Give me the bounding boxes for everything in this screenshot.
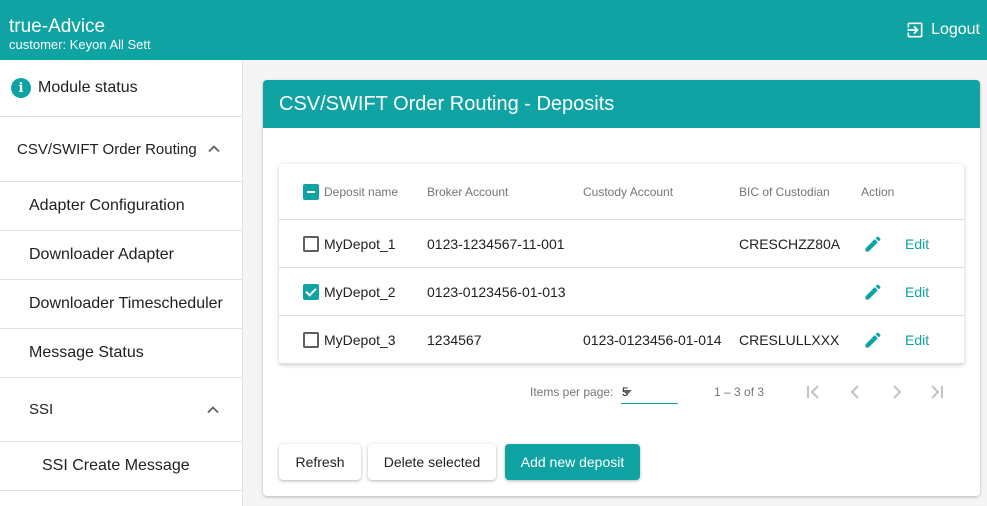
column-header: BIC of Custodian: [739, 184, 830, 199]
deposits-card: CSV/SWIFT Order Routing - Deposits Depos…: [263, 80, 980, 496]
sidebar-item-downloader-adapter[interactable]: Downloader Adapter: [0, 231, 242, 280]
deposits-table: Deposit name Broker Account Custody Acco…: [279, 164, 964, 364]
paginator: Items per page: 5 1 – 3 of 3: [263, 364, 980, 420]
customer-label: customer: Keyon All Sett: [9, 37, 151, 52]
sidebar-group-label: SSI: [29, 401, 54, 418]
sidebar: i Module status CSV/SWIFT Order Routing …: [0, 60, 243, 506]
add-new-deposit-button[interactable]: Add new deposit: [505, 444, 640, 480]
bic-of-custodian: CRESLULLXXX: [739, 331, 840, 348]
table-header-row: Deposit name Broker Account Custody Acco…: [279, 164, 964, 220]
logout-label: Logout: [931, 21, 980, 38]
chevron-up-icon: [207, 405, 219, 413]
sidebar-item-message-status[interactable]: Message Status: [0, 329, 242, 378]
app-title: true-Advice: [9, 16, 106, 37]
last-page-icon[interactable]: [926, 381, 946, 403]
page-range-label: 1 – 3 of 3: [714, 385, 765, 399]
edit-link[interactable]: Edit: [905, 220, 929, 267]
broker-account: 0123-1234567-11-001: [427, 235, 565, 252]
column-header: Broker Account: [427, 184, 509, 199]
logout-button[interactable]: Logout: [905, 19, 980, 41]
sidebar-item-label: Downloader Adapter: [29, 246, 174, 263]
broker-account: 0123-0123456-01-013: [427, 283, 566, 300]
row-checkbox[interactable]: [303, 235, 319, 252]
broker-account: 1234567: [427, 331, 482, 348]
column-header: Custody Account: [583, 184, 674, 199]
sidebar-group-ssi[interactable]: SSI: [0, 378, 242, 442]
sidebar-item-downloader-timescheduler[interactable]: Downloader Timescheduler: [0, 280, 242, 329]
sidebar-item-label: Message Status: [29, 344, 144, 361]
logout-icon: [907, 22, 923, 38]
top-bar: true-Advice customer: Keyon All Sett Log…: [0, 0, 987, 60]
select-all-checkbox[interactable]: [303, 183, 319, 200]
table-row: MyDepot_3 1234567 0123-0123456-01-014 CR…: [279, 316, 964, 364]
sidebar-item-ssi-create-message[interactable]: SSI Create Message: [0, 442, 242, 491]
deposit-name: MyDepot_3: [324, 331, 396, 348]
first-page-icon[interactable]: [804, 381, 824, 403]
dropdown-arrow-icon: [622, 390, 632, 395]
pencil-icon[interactable]: [863, 330, 883, 350]
table-row: MyDepot_2 0123-0123456-01-013 Edit: [279, 268, 964, 316]
sidebar-item-adapter-configuration[interactable]: Adapter Configuration: [0, 182, 242, 231]
info-icon: i: [11, 78, 31, 98]
sidebar-item-module-status[interactable]: i Module status: [0, 60, 242, 117]
header-deposit-name: Deposit name: [303, 164, 398, 219]
chevron-up-icon: [208, 145, 220, 153]
refresh-button[interactable]: Refresh: [279, 444, 361, 480]
sidebar-item-label: SSI Create Message: [42, 457, 190, 474]
row-checkbox[interactable]: [303, 331, 319, 348]
bic-of-custodian: CRESCHZZ80A: [739, 235, 841, 252]
deposit-name: MyDepot_2: [324, 283, 396, 300]
deposit-name: MyDepot_1: [324, 235, 396, 252]
sidebar-group-label: CSV/SWIFT Order Routing: [17, 140, 197, 158]
items-per-page-label: Items per page:: [530, 385, 614, 399]
chevron-right-icon[interactable]: [886, 381, 906, 403]
column-header: Deposit name: [324, 184, 399, 199]
column-header: Action: [861, 184, 895, 199]
row-checkbox[interactable]: [303, 283, 319, 300]
edit-link[interactable]: Edit: [905, 316, 929, 363]
delete-selected-button[interactable]: Delete selected: [368, 444, 496, 480]
pencil-icon[interactable]: [863, 282, 883, 302]
pencil-icon[interactable]: [863, 234, 883, 254]
sidebar-group-csv-swift[interactable]: CSV/SWIFT Order Routing: [0, 117, 242, 182]
page-size-select[interactable]: 5: [621, 382, 678, 404]
table-row: MyDepot_1 0123-1234567-11-001 CRESCHZZ80…: [279, 220, 964, 268]
edit-link[interactable]: Edit: [905, 268, 929, 315]
sidebar-item-label: Module status: [38, 79, 138, 96]
page-title: CSV/SWIFT Order Routing - Deposits: [263, 80, 980, 128]
custody-account: 0123-0123456-01-014: [583, 331, 722, 348]
sidebar-item-label: Downloader Timescheduler: [29, 295, 223, 312]
chevron-left-icon[interactable]: [846, 381, 866, 403]
sidebar-item-label: Adapter Configuration: [29, 197, 185, 214]
